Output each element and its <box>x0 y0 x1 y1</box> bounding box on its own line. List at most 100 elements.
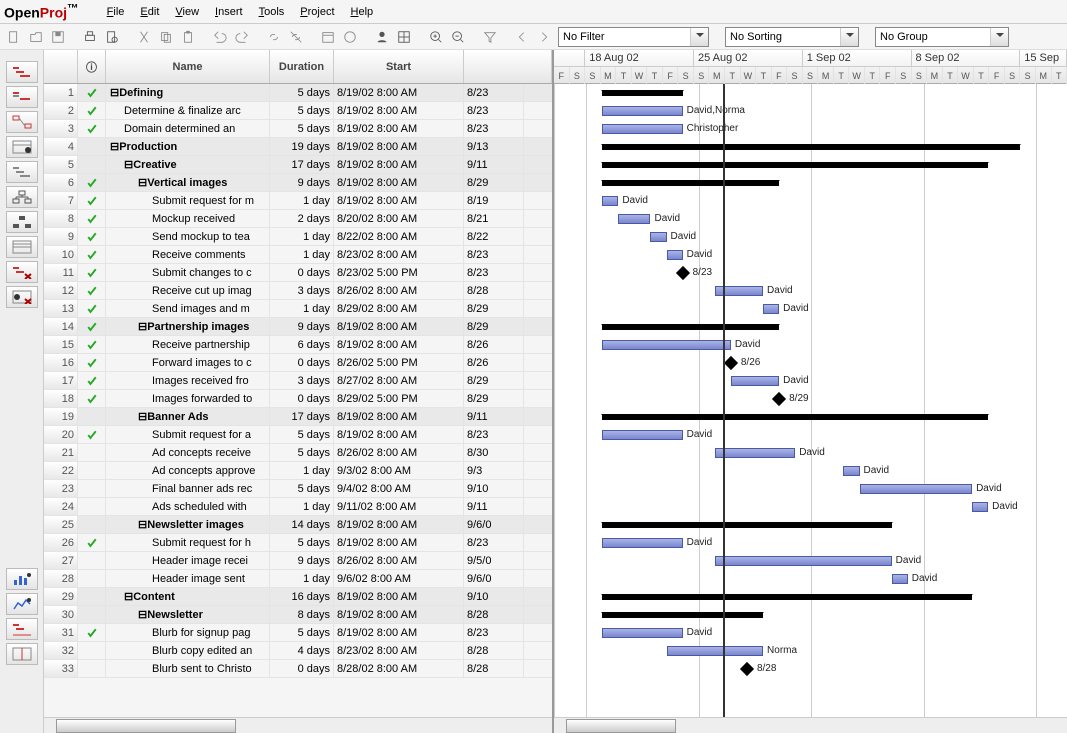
table-row[interactable]: 17Images received fro3 days8/27/02 8:00 … <box>44 372 552 390</box>
summary-bar[interactable] <box>602 90 682 96</box>
view-wbs-icon[interactable] <box>6 186 38 208</box>
finish-cell[interactable]: 8/23 <box>464 624 524 641</box>
paste-icon[interactable] <box>178 27 198 47</box>
start-cell[interactable]: 8/19/02 8:00 AM <box>334 192 464 209</box>
finish-cell[interactable]: 8/28 <box>464 660 524 677</box>
table-row[interactable]: 30⊟Newsletter8 days8/19/02 8:00 AM8/28 <box>44 606 552 624</box>
table-row[interactable]: 2Determine & finalize arc5 days8/19/02 8… <box>44 102 552 120</box>
print-preview-icon[interactable] <box>102 27 122 47</box>
cut-icon[interactable] <box>134 27 154 47</box>
view-histogram-icon[interactable] <box>6 568 38 590</box>
task-bar[interactable] <box>972 502 988 512</box>
task-name-cell[interactable]: ⊟Creative <box>106 156 270 173</box>
start-cell[interactable]: 9/4/02 8:00 AM <box>334 480 464 497</box>
new-icon[interactable] <box>4 27 24 47</box>
start-cell[interactable]: 8/19/02 8:00 AM <box>334 84 464 101</box>
duration-cell[interactable]: 1 day <box>270 192 334 209</box>
finish-cell[interactable]: 8/23 <box>464 246 524 263</box>
view-gantt-icon[interactable] <box>6 61 38 83</box>
sort-value[interactable] <box>726 28 840 46</box>
table-row[interactable]: 32Blurb copy edited an4 days8/23/02 8:00… <box>44 642 552 660</box>
finish-cell[interactable]: 8/28 <box>464 642 524 659</box>
start-cell[interactable]: 8/19/02 8:00 AM <box>334 624 464 641</box>
task-bar[interactable] <box>602 628 682 638</box>
task-bar[interactable] <box>667 250 683 260</box>
task-bar[interactable] <box>715 556 892 566</box>
dropdown-icon[interactable] <box>690 28 708 46</box>
task-bar[interactable] <box>667 646 763 656</box>
summary-bar[interactable] <box>602 522 891 528</box>
table-row[interactable]: 6⊟Vertical images9 days8/19/02 8:00 AM8/… <box>44 174 552 192</box>
table-row[interactable]: 1⊟Defining5 days8/19/02 8:00 AM8/23 <box>44 84 552 102</box>
finish-cell[interactable]: 8/23 <box>464 84 524 101</box>
table-row[interactable]: 26Submit request for h5 days8/19/02 8:00… <box>44 534 552 552</box>
task-name-cell[interactable]: Submit request for m <box>106 192 270 209</box>
start-cell[interactable]: 8/29/02 5:00 PM <box>334 390 464 407</box>
task-bar[interactable] <box>602 538 682 548</box>
table-row[interactable]: 28Header image sent1 day9/6/02 8:00 AM9/… <box>44 570 552 588</box>
duration-cell[interactable]: 2 days <box>270 210 334 227</box>
table-row[interactable]: 4⊟Production19 days8/19/02 8:00 AM9/13 <box>44 138 552 156</box>
table-row[interactable]: 8Mockup received2 days8/20/02 8:00 AM8/2… <box>44 210 552 228</box>
menu-tools[interactable]: Tools <box>259 6 285 18</box>
unlink-icon[interactable] <box>286 27 306 47</box>
table-row[interactable]: 21Ad concepts receive5 days8/26/02 8:00 … <box>44 444 552 462</box>
task-name-cell[interactable]: Images received fro <box>106 372 270 389</box>
summary-bar[interactable] <box>602 324 779 330</box>
table-row[interactable]: 20Submit request for a5 days8/19/02 8:00… <box>44 426 552 444</box>
start-cell[interactable]: 8/19/02 8:00 AM <box>334 102 464 119</box>
start-cell[interactable]: 8/22/02 8:00 AM <box>334 228 464 245</box>
finish-cell[interactable]: 9/6/0 <box>464 516 524 533</box>
start-cell[interactable]: 9/11/02 8:00 AM <box>334 498 464 515</box>
filter-combo[interactable] <box>558 27 709 47</box>
start-cell[interactable]: 8/26/02 8:00 AM <box>334 552 464 569</box>
duration-cell[interactable]: 9 days <box>270 318 334 335</box>
start-cell[interactable]: 8/27/02 8:00 AM <box>334 372 464 389</box>
duration-cell[interactable]: 0 days <box>270 354 334 371</box>
table-row[interactable]: 22Ad concepts approve1 day9/3/02 8:00 AM… <box>44 462 552 480</box>
view-chart-icon[interactable] <box>6 593 38 615</box>
task-name-cell[interactable]: Receive partnership <box>106 336 270 353</box>
start-cell[interactable]: 8/19/02 8:00 AM <box>334 516 464 533</box>
summary-bar[interactable] <box>602 414 988 420</box>
dropdown-icon[interactable] <box>990 28 1008 46</box>
finish-cell[interactable]: 9/5/0 <box>464 552 524 569</box>
finish-cell[interactable]: 8/30 <box>464 444 524 461</box>
finish-cell[interactable]: 8/26 <box>464 354 524 371</box>
table-row[interactable]: 10Receive comments1 day8/23/02 8:00 AM8/… <box>44 246 552 264</box>
start-cell[interactable]: 8/23/02 8:00 AM <box>334 246 464 263</box>
duration-cell[interactable]: 5 days <box>270 120 334 137</box>
start-cell[interactable]: 8/26/02 8:00 AM <box>334 282 464 299</box>
finish-cell[interactable]: 8/19 <box>464 192 524 209</box>
task-name-cell[interactable]: Determine & finalize arc <box>106 102 270 119</box>
table-row[interactable]: 13Send images and m1 day8/29/02 8:00 AM8… <box>44 300 552 318</box>
finish-cell[interactable]: 8/29 <box>464 372 524 389</box>
sort-combo[interactable] <box>725 27 859 47</box>
finish-cell[interactable]: 8/23 <box>464 102 524 119</box>
group-combo[interactable] <box>875 27 1009 47</box>
task-name-cell[interactable]: Final banner ads rec <box>106 480 270 497</box>
copy-icon[interactable] <box>156 27 176 47</box>
zoom-out-icon[interactable] <box>448 27 468 47</box>
task-bar[interactable] <box>843 466 859 476</box>
filter-value[interactable] <box>559 28 690 46</box>
finish-cell[interactable]: 9/10 <box>464 588 524 605</box>
view-resources-icon[interactable] <box>6 136 38 158</box>
task-name-cell[interactable]: ⊟Vertical images <box>106 174 270 191</box>
task-name-cell[interactable]: ⊟Content <box>106 588 270 605</box>
start-cell[interactable]: 9/6/02 8:00 AM <box>334 570 464 587</box>
table-row[interactable]: 19⊟Banner Ads17 days8/19/02 8:00 AM9/11 <box>44 408 552 426</box>
duration-cell[interactable]: 5 days <box>270 534 334 551</box>
table-row[interactable]: 14⊟Partnership images9 days8/19/02 8:00 … <box>44 318 552 336</box>
table-row[interactable]: 25⊟Newsletter images14 days8/19/02 8:00 … <box>44 516 552 534</box>
duration-cell[interactable]: 0 days <box>270 390 334 407</box>
task-name-cell[interactable]: Header image sent <box>106 570 270 587</box>
view-resource-usage-x-icon[interactable] <box>6 286 38 308</box>
col-finish[interactable] <box>464 50 552 83</box>
finish-cell[interactable]: 9/3 <box>464 462 524 479</box>
menu-file[interactable]: File <box>107 6 125 18</box>
calendar-icon[interactable] <box>318 27 338 47</box>
task-name-cell[interactable]: Submit request for a <box>106 426 270 443</box>
link-icon[interactable] <box>264 27 284 47</box>
milestone[interactable] <box>772 392 786 406</box>
